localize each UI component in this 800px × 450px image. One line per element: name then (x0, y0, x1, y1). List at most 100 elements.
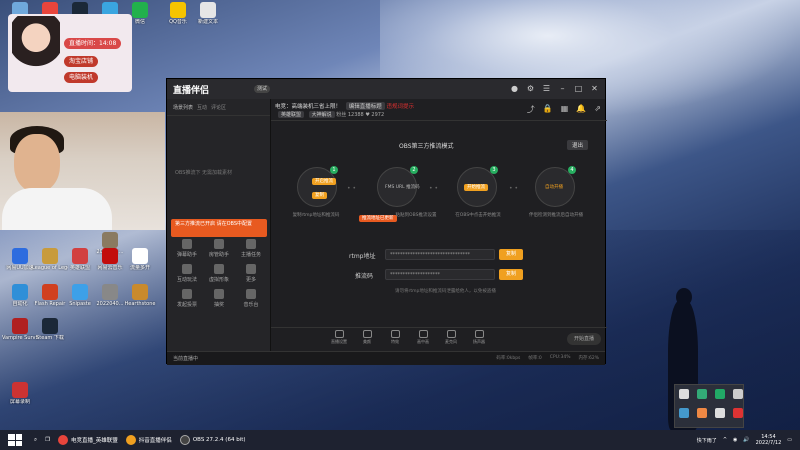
app-icon (72, 248, 88, 264)
tool-admin[interactable]: 房管助手 (203, 239, 235, 258)
app-icon (132, 2, 148, 18)
app-icon (12, 382, 28, 398)
minimize-icon[interactable]: – (558, 84, 567, 93)
tool-label: 弹幕助手 (176, 252, 197, 258)
tool-avatar[interactable]: 虚拟形象 (203, 264, 235, 283)
lock-icon[interactable]: 🔒 (543, 104, 553, 115)
tool-task[interactable]: 主播任务 (235, 239, 267, 258)
category-badge[interactable]: 英雄联盟 (278, 111, 305, 118)
step-number: 2 (410, 166, 418, 174)
grid-icon[interactable]: ▦ (561, 104, 569, 115)
room-title-row: 电竞：高端装机三省上限！ 编辑直播标题 违规词提示 (275, 102, 414, 110)
room-title[interactable]: 电竞：高端装机三省上限！ (275, 104, 341, 110)
tool-more[interactable]: 更多 (235, 264, 267, 283)
settings-icon (334, 330, 344, 338)
step-connector: • • (429, 185, 438, 192)
taskbar-item-companion[interactable]: 抖音直播伴侣 (122, 430, 176, 450)
desktop-icon[interactable]: 屏幕录制 (2, 382, 38, 405)
tool-music[interactable]: 音乐台 (235, 289, 267, 308)
search-icon[interactable]: ⌕ (30, 430, 41, 450)
live-settings-button[interactable]: 直播设置 (329, 328, 349, 351)
tool-label: 音乐台 (243, 302, 259, 308)
mic-button[interactable]: 麦克风 (441, 328, 461, 351)
speaker-icon (474, 330, 484, 338)
step-3: 3 开始推流 (457, 166, 498, 207)
app-icon (102, 232, 118, 248)
maximize-icon[interactable]: □ (574, 84, 583, 93)
exit-button[interactable]: 退出 (567, 140, 589, 150)
taskbar-item-obs[interactable]: OBS 27.2.4 (64 bit) (176, 430, 250, 450)
app-logo: 直播伴侣 (173, 86, 210, 96)
clock[interactable]: 14:54 2022/7/12 (756, 434, 782, 446)
pip-icon (418, 330, 428, 338)
windows-start-icon[interactable] (8, 434, 22, 446)
desktop-icon[interactable]: 流量多开 (122, 248, 158, 271)
rtmp-field[interactable]: ******************************** (385, 249, 495, 260)
status-text: 当前直播中 (173, 356, 199, 362)
live-timer-badge: 直播时间：14:08 (64, 38, 122, 49)
beauty-button[interactable]: 美颜 (357, 328, 377, 351)
network-icon[interactable]: ◉ (733, 437, 737, 443)
beauty-icon (362, 330, 372, 338)
tab-scenes[interactable]: 场景列表 (173, 104, 193, 111)
effects-icon (390, 330, 400, 338)
tray-app-icon[interactable] (715, 389, 725, 399)
menu-icon[interactable]: ☰ (542, 84, 551, 93)
taskbar-item-browser[interactable]: 电竞直播_英雄联盟 (54, 430, 122, 450)
app-icon (170, 2, 186, 18)
task-view-icon[interactable]: ❐ (41, 430, 54, 450)
live-timer-label: 直播时间： (69, 40, 100, 47)
tray-app-icon[interactable] (697, 408, 707, 418)
game-icon (182, 264, 192, 274)
close-icon[interactable]: ✕ (590, 84, 599, 93)
tray-app-icon[interactable] (679, 389, 689, 399)
main-panel: 电竞：高端装机三省上限！ 编辑直播标题 违规词提示 英雄联盟 大神解说 粉丝 1… (271, 99, 607, 365)
tray-app-icon[interactable] (697, 389, 707, 399)
pip-button[interactable]: 画中画 (413, 328, 433, 351)
tool-label: 画中画 (417, 339, 429, 344)
taskbar-label: 电竞直播_英雄联盟 (71, 438, 118, 444)
tool-game[interactable]: 互动玩法 (171, 264, 203, 283)
app-icon (132, 248, 148, 264)
tab-comments[interactable]: 评论区 (211, 104, 226, 111)
bell-icon[interactable]: 🔔 (576, 104, 586, 115)
tray-app-icon[interactable] (733, 408, 743, 418)
empty-scene-text: OBS推流下 无需加载素材 (175, 170, 233, 176)
effects-button[interactable]: 特效 (385, 328, 405, 351)
link-icon[interactable]: ⇗ (594, 104, 601, 115)
tray-app-icon[interactable] (715, 408, 725, 418)
settings-icon[interactable]: ⚙ (526, 84, 535, 93)
desktop-icon[interactable]: Hearthstone (122, 284, 158, 307)
share-icon[interactable]: ⤴ (527, 104, 535, 115)
tray-app-icon[interactable] (679, 408, 689, 418)
app-icon (42, 248, 58, 264)
start-live-button[interactable]: 开始直播 (567, 333, 601, 345)
weather-text[interactable]: 快下雨了 (697, 437, 717, 444)
copy-rtmp-button[interactable]: 复制 (499, 249, 523, 260)
desktop-icon[interactable]: Steam 下载 (32, 318, 68, 341)
volume-icon[interactable]: 🔊 (743, 437, 749, 443)
stream-notice[interactable]: 第三方推流已开启 请在OBS中配置 (171, 219, 267, 237)
tool-vote[interactable]: 发起投票 (171, 289, 203, 308)
step-2-desc: 粘贴到OBS推流设置 (395, 213, 437, 218)
step-3-desc: 在OBS中点击开始推流 (455, 213, 501, 218)
step-2-label: FMS URL 推流码 (385, 185, 420, 190)
tool-danmu[interactable]: 弹幕助手 (171, 239, 203, 258)
speaker-button[interactable]: 扬声器 (469, 328, 489, 351)
tab-interact[interactable]: 互动 (197, 104, 207, 111)
version-badge: 测试 (254, 85, 271, 93)
chevron-up-icon[interactable]: ^ (723, 437, 727, 443)
notification-icon[interactable]: ▭ (787, 437, 792, 443)
desktop-icon-label: Steam 下载 (36, 335, 64, 341)
tool-lottery[interactable]: 抽奖 (203, 289, 235, 308)
edit-title-tag[interactable]: 编辑直播标题 (345, 102, 385, 110)
app-icon (42, 284, 58, 300)
desktop-icon[interactable]: 新建文本 (190, 2, 226, 25)
avatar-icon[interactable]: ● (510, 84, 519, 93)
app-icon (72, 284, 88, 300)
tray-app-icon[interactable] (733, 389, 743, 399)
bottom-toolbar: 直播设置 美颜 特效 画中画 麦克风 扬声器 (271, 327, 607, 351)
copy-key-button[interactable]: 复制 (499, 269, 523, 280)
stream-key-field[interactable]: ******************** (385, 269, 495, 280)
category-sub-badge[interactable]: 大神解说 (308, 111, 335, 118)
